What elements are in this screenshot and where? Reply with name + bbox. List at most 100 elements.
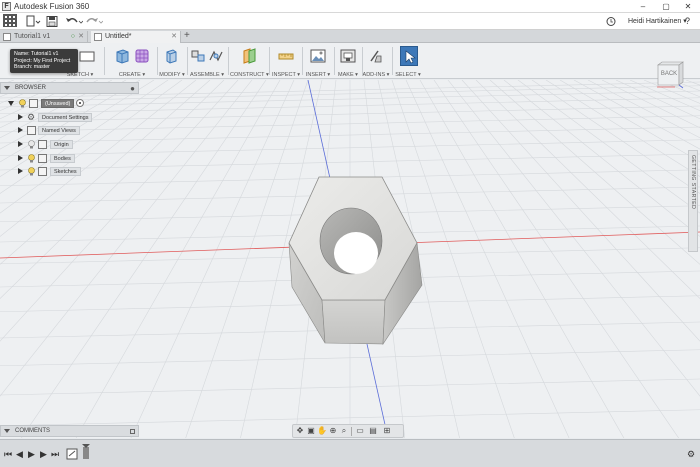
modify-group[interactable]: MODIFY ▾ [158, 43, 186, 79]
tree-node-origin[interactable]: Origin [0, 139, 140, 150]
getting-started-label: GETTING STARTED [690, 155, 696, 210]
document-tab-bar: Tutorial1 v1 ○ ✕ Untitled* ✕ + [0, 30, 700, 43]
display-settings-icon[interactable]: ▭ [355, 426, 365, 436]
expand-arrow-icon[interactable] [18, 127, 23, 133]
close-button[interactable]: ✕ [678, 0, 698, 13]
undo-icon[interactable] [65, 15, 84, 28]
redo-icon[interactable] [85, 15, 104, 28]
document-icon [3, 33, 11, 41]
select-tool-button[interactable] [400, 46, 418, 66]
title-bar: F Autodesk Fusion 360 – ▢ ✕ [0, 0, 700, 13]
component-icon [29, 99, 38, 108]
new-tab-button[interactable]: + [184, 30, 190, 42]
step-forward-icon[interactable]: ▶ [40, 448, 47, 460]
insert-group[interactable]: INSERT ▾ [303, 43, 333, 79]
collapse-triangle-icon[interactable] [4, 429, 10, 433]
add-ins-group[interactable]: ADD-INS ▾ [362, 43, 390, 79]
help-icon[interactable]: ? [685, 15, 690, 28]
go-to-start-icon[interactable]: ⏮ [4, 448, 12, 460]
document-info-tooltip: Name: Tutorial1 v1 Project: My First Pro… [10, 49, 78, 73]
close-tab-icon[interactable]: ✕ [171, 31, 177, 43]
expand-arrow-icon[interactable] [18, 114, 23, 120]
expand-arrow-icon[interactable] [18, 141, 23, 147]
expand-arrow-icon[interactable] [18, 168, 23, 174]
fit-icon[interactable]: ⌕ [339, 426, 349, 436]
timeline-marker-icon[interactable] [82, 444, 90, 464]
tooltip-project: Project: My First Project [14, 57, 71, 64]
ribbon-toolbar: SKETCH ▾ CREATE ▾ MODIFY ▾ ASSEMBLE ▾ CO… [0, 43, 700, 79]
folder-icon [27, 126, 36, 135]
inspect-menu[interactable]: INSPECT ▾ [271, 72, 301, 78]
window-title: Autodesk Fusion 360 [14, 1, 90, 11]
comments-panel-header[interactable]: COMMENTS [0, 425, 139, 437]
insert-menu[interactable]: INSERT ▾ [303, 72, 333, 78]
look-at-icon[interactable]: ▣ [306, 426, 316, 436]
document-icon [94, 33, 102, 41]
maximize-button[interactable]: ▢ [656, 0, 676, 13]
tab-untitled[interactable]: Untitled* ✕ [91, 31, 181, 43]
tree-label: Document Settings [38, 113, 93, 122]
pan-icon[interactable]: ✋ [317, 426, 327, 436]
user-account-menu[interactable]: Heidi Hartikainen ▾ [628, 15, 687, 28]
select-menu[interactable]: SELECT ▾ [395, 72, 421, 78]
gear-icon[interactable]: ● [130, 83, 135, 94]
data-panel-icon[interactable] [3, 14, 17, 27]
viewports-icon[interactable]: ⊞ [382, 426, 392, 436]
offset-plane-icon [243, 48, 256, 64]
assemble-menu[interactable]: ASSEMBLE ▾ [188, 72, 226, 78]
visibility-bulb-icon [28, 154, 35, 163]
viewcube[interactable]: BACK [655, 59, 685, 93]
step-back-icon[interactable]: ◀ [16, 448, 23, 460]
tree-node-bodies[interactable]: Bodies [0, 153, 140, 164]
minimize-button[interactable]: – [633, 0, 653, 13]
activate-radio-icon[interactable] [76, 99, 84, 107]
create-group[interactable]: CREATE ▾ [110, 43, 154, 79]
navigation-bar: ✥ ▣ ✋ ⊕ ⌕ ▭ ▤ ⊞ [292, 424, 404, 438]
visibility-bulb-off-icon [28, 140, 35, 149]
tree-label: Named Views [38, 126, 80, 135]
tree-node-document-settings[interactable]: ⚙ Document Settings [0, 112, 140, 123]
make-menu[interactable]: MAKE ▾ [335, 72, 361, 78]
sketch-feature-icon[interactable] [66, 448, 78, 460]
browser-panel-header[interactable]: BROWSER ● [0, 82, 139, 94]
tree-node-named-views[interactable]: Named Views [0, 125, 140, 136]
scripts-icon [370, 50, 382, 63]
play-icon[interactable]: ▶ [28, 448, 35, 460]
cursor-arrow-icon [405, 50, 416, 64]
job-status-icon[interactable] [606, 15, 616, 28]
gear-icon: ⚙ [27, 112, 36, 122]
file-menu-icon[interactable] [25, 15, 41, 28]
tree-label: (Unsaved) [41, 99, 75, 108]
tree-node-sketches[interactable]: Sketches [0, 166, 140, 177]
expand-arrow-icon[interactable] [8, 101, 14, 106]
timeline-settings-gear-icon[interactable]: ⚙ [687, 448, 695, 460]
construct-group[interactable]: CONSTRUCT ▾ [230, 43, 269, 79]
tree-node-root[interactable]: (Unsaved) [0, 98, 140, 109]
zoom-icon[interactable]: ⊕ [328, 426, 338, 436]
tooltip-name: Name: Tutorial1 v1 [14, 51, 59, 57]
close-tab-icon[interactable]: ✕ [78, 31, 84, 43]
inspect-group[interactable]: INSPECT ▾ [271, 43, 301, 79]
tab-tutorial1[interactable]: Tutorial1 v1 ○ ✕ [0, 31, 88, 43]
expand-panel-icon[interactable] [130, 429, 135, 434]
extrude-icon [116, 49, 129, 64]
orbit-icon[interactable]: ✥ [295, 426, 305, 436]
modify-menu[interactable]: MODIFY ▾ [158, 72, 186, 78]
grid-snaps-icon[interactable]: ▤ [368, 426, 378, 436]
assemble-group[interactable]: ASSEMBLE ▾ [188, 43, 226, 79]
save-icon[interactable] [46, 15, 58, 28]
new-component-icon [191, 50, 205, 62]
add-ins-menu[interactable]: ADD-INS ▾ [362, 72, 390, 78]
expand-arrow-icon[interactable] [18, 155, 23, 161]
collapse-triangle-icon[interactable] [4, 86, 10, 91]
timeline-bar: ⏮ ◀ ▶ ▶ ⏭ ⚙ [0, 439, 700, 467]
create-menu[interactable]: CREATE ▾ [110, 72, 154, 78]
go-to-end-icon[interactable]: ⏭ [51, 448, 59, 460]
tab-label: Tutorial1 v1 [14, 33, 51, 40]
3d-print-icon [340, 49, 356, 63]
select-group[interactable]: SELECT ▾ [395, 43, 421, 79]
construct-menu[interactable]: CONSTRUCT ▾ [230, 72, 269, 78]
make-group[interactable]: MAKE ▾ [335, 43, 361, 79]
press-pull-icon [166, 49, 177, 64]
getting-started-tab[interactable]: GETTING STARTED [688, 150, 698, 252]
